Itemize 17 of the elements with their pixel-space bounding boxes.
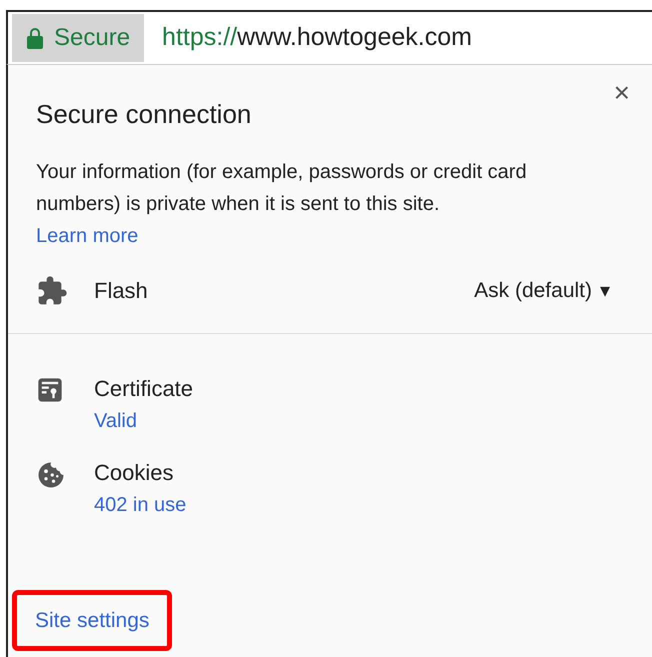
detail-status-link[interactable]: Valid [94, 404, 194, 438]
learn-more-link[interactable]: Learn more [36, 225, 138, 247]
certificate-icon [36, 376, 64, 404]
url-text[interactable]: https://www.howtogeek.com [162, 19, 472, 57]
popup-title: Secure connection [36, 98, 252, 131]
permission-dropdown[interactable]: Ask (default) ▾ [474, 274, 610, 306]
site-settings-link[interactable]: Site settings [35, 608, 150, 632]
close-button[interactable]: × [614, 79, 630, 107]
detail-status-link[interactable]: 402 in use [94, 488, 186, 522]
puzzle-icon [36, 274, 68, 306]
detail-label: Certificate [94, 375, 194, 403]
cookie-icon [36, 460, 66, 490]
permission-label: Flash [94, 277, 148, 305]
security-chip[interactable]: Secure [12, 14, 144, 62]
lock-icon [26, 27, 44, 49]
description-text: Your information (for example, passwords or credit card numbers) is private when it is sent to this site. [36, 160, 528, 217]
detail-label: Cookies [94, 459, 174, 487]
